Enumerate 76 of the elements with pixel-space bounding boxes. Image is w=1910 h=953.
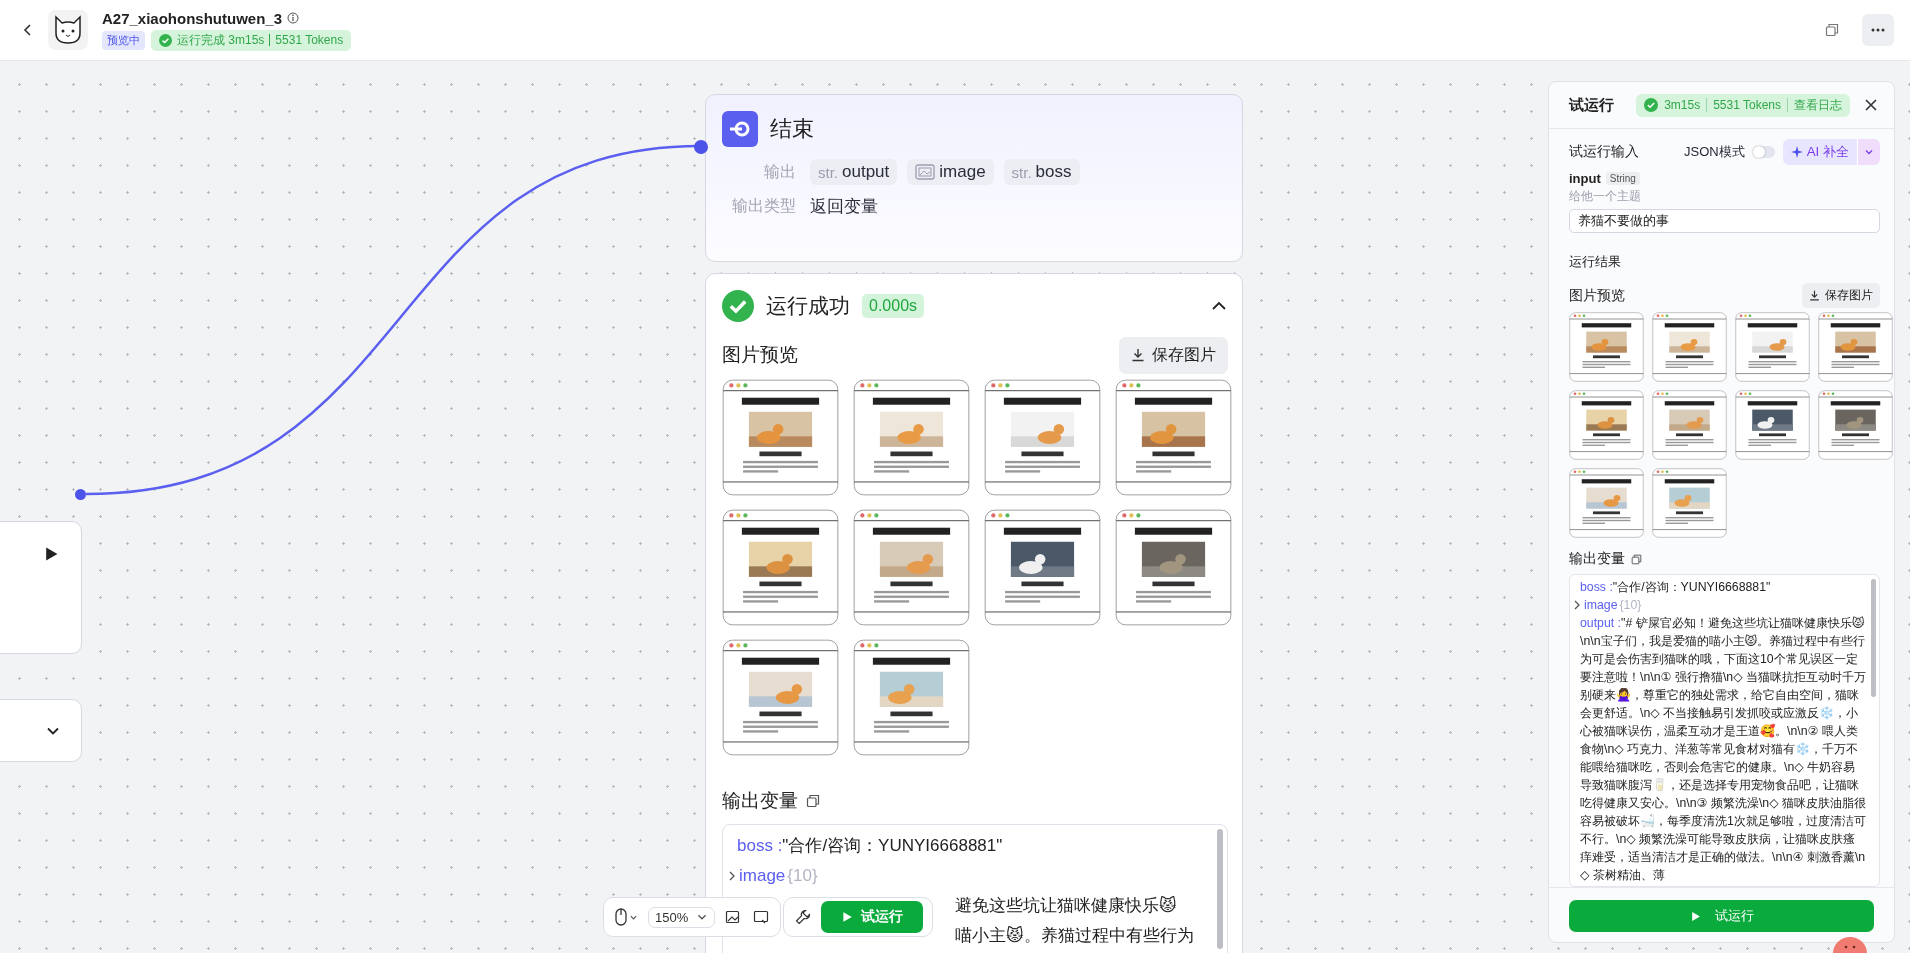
ai-complete-button[interactable]: AI 补全 — [1782, 139, 1857, 165]
token-count: 5531 Tokens — [1713, 98, 1781, 112]
zoom-select[interactable]: 150% — [648, 906, 716, 928]
close-icon — [1864, 98, 1878, 112]
mascot-icon — [1833, 937, 1867, 953]
output-text: 喵小主😾。养猫过程中有些行为 — [955, 925, 1194, 947]
wrench-icon — [795, 909, 812, 925]
view-log-link[interactable]: 查看日志 — [1794, 96, 1842, 114]
field-label: 输出类型 — [731, 196, 796, 216]
image-icon — [915, 164, 936, 180]
input-field[interactable]: 养猫不要做的事 — [1569, 209, 1880, 233]
run-time: 3m15s — [1664, 98, 1701, 112]
connector-port[interactable] — [694, 140, 708, 154]
test-run-button[interactable]: 试运行 — [1569, 900, 1874, 932]
token-count: 5531 Tokens — [275, 33, 344, 47]
field-value: 返回变量 — [810, 196, 879, 218]
item-count: {10} — [787, 865, 818, 887]
output-name: image — [939, 162, 986, 182]
item-count: {10} — [1619, 597, 1642, 614]
mouse-icon — [615, 908, 627, 926]
section-title: 输出变量 — [1569, 550, 1625, 568]
download-icon — [1131, 348, 1145, 362]
output-name: boss — [1035, 162, 1072, 182]
type-prefix: str. — [1011, 163, 1032, 181]
more-icon — [1871, 28, 1885, 32]
duration-badge: 0.000s — [862, 294, 925, 318]
connector-port[interactable] — [75, 489, 86, 500]
info-icon[interactable] — [287, 12, 300, 24]
section-title: 图片预览 — [722, 343, 798, 367]
save-image-button[interactable]: 保存图片 — [1802, 283, 1880, 308]
field-name: input — [1569, 171, 1601, 186]
copy-icon[interactable] — [1631, 553, 1642, 565]
sparkle-icon — [1790, 146, 1803, 158]
end-node-icon — [722, 111, 758, 147]
play-icon — [841, 911, 854, 923]
check-circle-icon — [159, 33, 172, 47]
status-title: 运行成功 — [766, 293, 850, 319]
caret-down-icon — [1864, 147, 1874, 157]
mode-badge: 预览中 — [102, 30, 145, 50]
output-name: output — [842, 162, 890, 182]
variable-key[interactable]: image — [739, 861, 786, 891]
json-mode-toggle[interactable] — [1752, 146, 1775, 158]
note-icon — [753, 909, 770, 925]
image-icon — [725, 909, 742, 925]
save-image-button[interactable]: 保存图片 — [1119, 336, 1228, 374]
copy-icon — [1825, 23, 1839, 37]
caret-right-icon[interactable] — [727, 870, 737, 882]
variable-row-text: boss :"合作/咨询：YUNYI6668881" — [737, 835, 1003, 857]
type-prefix: str. — [818, 163, 838, 181]
play-icon — [1689, 910, 1701, 922]
status-text: 运行完成 3m15s — [177, 31, 265, 49]
caret-right-icon[interactable] — [1572, 599, 1582, 611]
variable-row-text: output :"# 铲屎官必知！避免这些坑让猫咪健康快乐😾\n\n宝子们，我是爱猫的喵小主😾。养猫过程中有些行为可是会伤害到猫咪的哦，下面这10个常见误区一定要注意啦！\n\n① 强行撸猫\n◇ 当猫咪抗拒互动时千万别硬来🙅‍♀，尊重它的独处需求，给它自由空间，猫咪会更舒适。\n◇ 不当接触易引发抓咬或应激反❄，小心被猫咪误伤，温柔互动才是王道🥰。\n\n② 喂人类食物\n◇ 巧克力、洋葱等常见食材对猫有❄，千万不能喂给猫咪吃，否则会危害它的健康。\n◇ 牛奶容易导致猫咪腹泻🥛，还是选择专用宠物食品吧，让猫咪吃得健康又安心。\n\n③ 频繁洗澡\n◇ 猫咪皮肤油脂很容易被破坏🛁，每季度清洗1次就足够啦，过度清洁可不行。\n◇ 频繁洗澡可能导致皮肤病，让猫咪皮肤瘙痒难受，适当清洁才是正确的做法。\n\n④ 刺激香薰\n◇ 茶树精油、薄 — [1580, 615, 1867, 884]
copy-icon[interactable] — [806, 794, 820, 808]
node-title: 结束 — [770, 115, 814, 143]
pointer-mode-button[interactable] — [613, 906, 640, 928]
test-run-button[interactable]: 试运行 — [821, 901, 924, 933]
field-label: 输出 — [763, 161, 796, 182]
section-title: 图片预览 — [1569, 286, 1625, 305]
workflow-title: A27_xiaohonshutuwen_3 — [102, 9, 283, 27]
zoom-value: 150% — [655, 909, 689, 925]
variable-key[interactable]: image — [1584, 596, 1618, 614]
toggle-label: JSON模式 — [1684, 143, 1745, 161]
check-circle-icon — [1644, 98, 1659, 112]
section-title: 运行结果 — [1569, 253, 1622, 271]
variable-row-text: boss :"合作/咨询：YUNYI6668881" — [1580, 579, 1772, 596]
download-icon — [1809, 290, 1820, 301]
output-text: 避免这些坑让猫咪健康快乐😾 — [955, 895, 1177, 917]
section-title: 输出变量 — [722, 789, 798, 813]
check-circle-icon — [722, 290, 754, 322]
panel-title: 试运行 — [1569, 95, 1615, 115]
section-title: 试运行输入 — [1569, 143, 1640, 161]
run-icon[interactable] — [43, 546, 59, 562]
back-icon[interactable] — [22, 22, 34, 38]
type-tag: String — [1605, 172, 1640, 185]
field-description: 给他一个主题 — [1569, 188, 1642, 205]
